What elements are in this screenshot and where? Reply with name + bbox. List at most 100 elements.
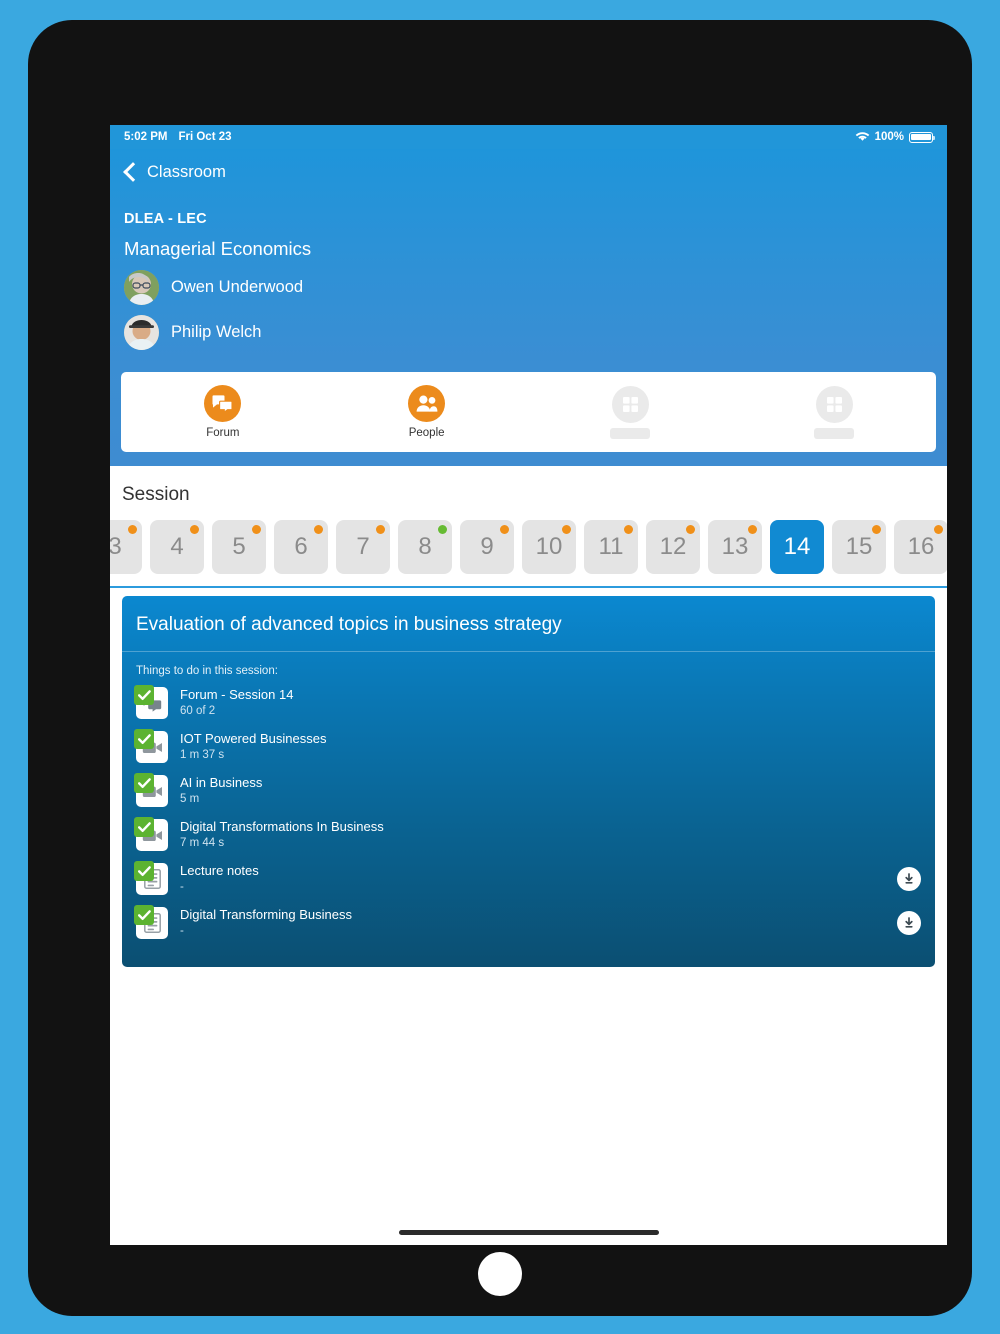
- session-strip-divider: [110, 586, 947, 588]
- session-chip-14[interactable]: 14: [770, 520, 824, 574]
- todo-row[interactable]: Lecture notes -: [122, 857, 935, 901]
- session-chip-12[interactable]: 12: [646, 520, 700, 574]
- session-panel: Session 3 4 5 6 7 8 9 10 11 12 13 14 15 16 Evaluation…: [110, 466, 947, 967]
- placeholder-label-bar: [610, 427, 651, 439]
- session-content-title: Evaluation of advanced topics in busines…: [122, 596, 935, 652]
- download-icon[interactable]: [897, 867, 921, 891]
- session-content-subtitle: Things to do in this session:: [136, 665, 278, 677]
- session-status-dot-pending: [872, 525, 881, 534]
- todo-row[interactable]: Digital Transforming Business -: [122, 901, 935, 945]
- teacher-name: Owen Underwood: [171, 278, 304, 296]
- todo-row[interactable]: Forum - Session 14 60 of 2: [122, 681, 935, 725]
- todo-item-icon: [134, 861, 168, 895]
- todo-row[interactable]: AI in Business 5 m: [122, 769, 935, 813]
- session-status-dot-pending: [748, 525, 757, 534]
- session-chip-13[interactable]: 13: [708, 520, 762, 574]
- session-chip-16[interactable]: 16: [894, 520, 947, 574]
- session-chip-8[interactable]: 8: [398, 520, 452, 574]
- todo-row[interactable]: IOT Powered Businesses 1 m 37 s: [122, 725, 935, 769]
- session-chip-5[interactable]: 5: [212, 520, 266, 574]
- todo-item-icon: [134, 905, 168, 939]
- session-chip-9[interactable]: 9: [460, 520, 514, 574]
- placeholder-label-bar: [814, 427, 855, 439]
- session-status-dot-complete: [438, 525, 447, 534]
- tabbar: Forum People: [121, 372, 936, 452]
- completed-check-icon: [134, 685, 154, 705]
- session-content-card: Evaluation of advanced topics in busines…: [122, 596, 935, 967]
- teacher-row[interactable]: Philip Welch: [124, 315, 933, 350]
- completed-check-icon: [134, 817, 154, 837]
- session-chip-label: 9: [480, 533, 494, 560]
- course-header: Classroom DLEA - LEC Managerial Economic…: [110, 149, 947, 364]
- session-status-dot-pending: [500, 525, 509, 534]
- completed-check-icon: [134, 861, 154, 881]
- session-chip-label: 8: [418, 533, 432, 560]
- todo-item-text: Forum - Session 14 60 of 2: [180, 687, 921, 718]
- chevron-left-icon: [124, 161, 137, 183]
- session-status-dot-pending: [128, 525, 137, 534]
- course-title: Managerial Economics: [124, 238, 312, 259]
- todo-item-text: Digital Transformations In Business 7 m 4…: [180, 819, 921, 850]
- session-chip-label: 16: [907, 533, 935, 560]
- tab-forum[interactable]: Forum: [121, 385, 325, 439]
- session-status-dot-pending: [314, 525, 323, 534]
- session-chip-10[interactable]: 10: [522, 520, 576, 574]
- completed-check-icon: [134, 729, 154, 749]
- session-chip-label: 6: [294, 533, 308, 560]
- todo-item-meta: 7 m 44 s: [180, 836, 225, 849]
- session-status-dot-pending: [624, 525, 633, 534]
- todo-item-text: Digital Transforming Business -: [180, 907, 885, 938]
- todo-item-text: Lecture notes -: [180, 863, 885, 894]
- session-chip-label: 15: [845, 533, 873, 560]
- session-panel-title: Session: [122, 484, 190, 505]
- session-chip-label: 13: [721, 533, 749, 560]
- session-chip-4[interactable]: 4: [150, 520, 204, 574]
- session-chip-11[interactable]: 11: [584, 520, 638, 574]
- session-status-dot-pending: [252, 525, 261, 534]
- todo-item-icon: [134, 773, 168, 807]
- screen: 5:02 PM Fri Oct 23 100% Classroom DLEA -…: [110, 125, 947, 1245]
- completed-check-icon: [134, 773, 154, 793]
- status-bar-right: 100%: [855, 131, 936, 144]
- session-chip-6[interactable]: 6: [274, 520, 328, 574]
- session-chip-7[interactable]: 7: [336, 520, 390, 574]
- session-chip-label: 12: [659, 533, 687, 560]
- course-code: DLEA - LEC: [124, 211, 207, 227]
- session-status-dot-pending: [376, 525, 385, 534]
- todo-item-name: AI in Business: [180, 775, 263, 791]
- download-icon[interactable]: [897, 911, 921, 935]
- home-button[interactable]: [478, 1252, 522, 1296]
- tab-placeholder-3[interactable]: [529, 385, 733, 439]
- placeholder-grid-icon: [611, 385, 649, 423]
- session-status-dot-pending: [562, 525, 571, 534]
- teacher-row[interactable]: Owen Underwood: [124, 270, 933, 305]
- todo-item-text: AI in Business 5 m: [180, 775, 921, 806]
- todo-item-icon: [134, 685, 168, 719]
- session-chip-15[interactable]: 15: [832, 520, 886, 574]
- todo-list: Forum - Session 14 60 of 2 IOT Powered Bus…: [122, 681, 935, 945]
- todo-item-meta: 1 m 37 s: [180, 748, 225, 761]
- session-chip-label: 5: [232, 533, 246, 560]
- battery-full-icon: [909, 131, 936, 143]
- session-chip-label: 14: [783, 533, 811, 560]
- todo-row[interactable]: Digital Transformations In Business 7 m 4…: [122, 813, 935, 857]
- session-chip-3[interactable]: 3: [110, 520, 142, 574]
- home-indicator: [398, 1230, 659, 1235]
- session-status-dot-pending: [686, 525, 695, 534]
- teacher-name: Philip Welch: [171, 323, 262, 341]
- battery-percentage: 100%: [874, 131, 904, 143]
- people-group-icon: [408, 385, 446, 422]
- tab-people[interactable]: People: [325, 385, 529, 439]
- session-status-dot-pending: [934, 525, 943, 534]
- back-button[interactable]: Classroom: [124, 149, 933, 195]
- status-date: Fri Oct 23: [178, 131, 232, 143]
- status-bar: 5:02 PM Fri Oct 23 100%: [110, 125, 947, 149]
- tab-placeholder-4[interactable]: [732, 385, 936, 439]
- todo-item-icon: [134, 729, 168, 763]
- session-chip-strip[interactable]: 3 4 5 6 7 8 9 10 11 12 13 14 15 16: [110, 506, 947, 586]
- session-chip-label: 10: [535, 533, 563, 560]
- todo-item-name: Digital Transforming Business: [180, 907, 352, 923]
- session-chip-label: 4: [170, 533, 184, 560]
- todo-item-meta: 60 of 2: [180, 704, 216, 717]
- forum-chat-icon: [204, 385, 242, 422]
